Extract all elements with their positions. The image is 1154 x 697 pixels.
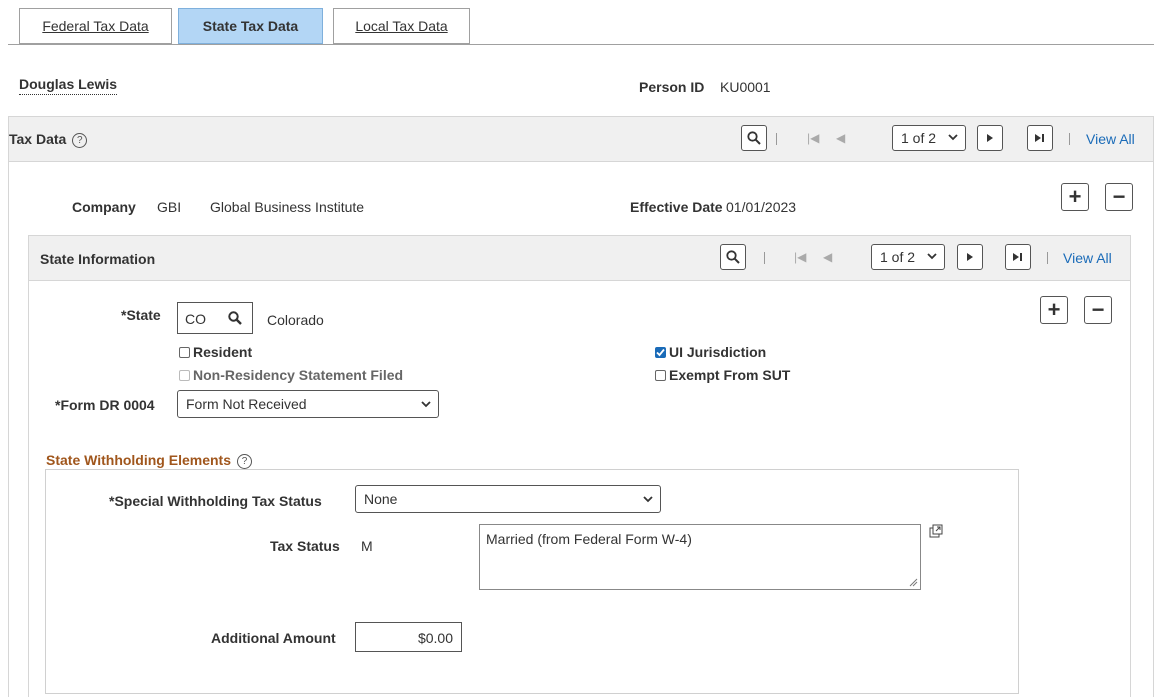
last-page-icon <box>1013 253 1022 261</box>
tax-data-view-all-link[interactable]: View All <box>1086 131 1135 147</box>
plus-icon: + <box>1047 297 1061 322</box>
tax-status-desc-text: Married (from Federal Form W-4) <box>486 531 692 547</box>
ui-jurisdiction-label: UI Jurisdiction <box>669 344 767 360</box>
tax-status-label: Tax Status <box>270 538 340 554</box>
state-info-view-all-link[interactable]: View All <box>1063 250 1112 266</box>
next-icon <box>987 134 993 142</box>
next-icon <box>967 253 973 261</box>
tab-local-tax-data[interactable]: Local Tax Data <box>333 8 470 44</box>
delete-state-button[interactable]: − <box>1084 296 1112 324</box>
exempt-sut-checkbox[interactable] <box>655 370 666 381</box>
state-info-title: State Information <box>40 251 156 267</box>
non-residency-label: Non-Residency Statement Filed <box>193 367 404 383</box>
separator <box>776 133 777 145</box>
tab-divider <box>8 44 1154 45</box>
state-info-pager-select[interactable]: 1 of 2 <box>871 244 945 270</box>
pager-value: 1 of 2 <box>901 130 937 146</box>
form-dr-select[interactable]: Form Not Received <box>177 390 439 418</box>
tab-label: Local Tax Data <box>355 18 448 34</box>
previous-page-icon[interactable]: ◀ <box>836 131 845 145</box>
state-input[interactable]: CO <box>177 302 253 334</box>
search-icon[interactable] <box>720 244 746 270</box>
ui-jurisdiction-checkbox[interactable] <box>655 347 666 358</box>
exempt-sut-label: Exempt From SUT <box>669 367 791 383</box>
separator <box>1047 252 1048 264</box>
form-dr-label: *Form DR 0004 <box>55 397 155 413</box>
company-code: GBI <box>157 199 182 215</box>
effective-date-label: Effective Date <box>630 199 723 215</box>
next-page-button[interactable] <box>977 125 1003 151</box>
minus-icon: − <box>1112 184 1126 209</box>
first-page-icon[interactable]: |◀ <box>794 250 806 264</box>
chevron-down-icon <box>643 496 653 503</box>
checkmark-icon <box>656 348 665 357</box>
non-residency-checkbox[interactable] <box>179 370 190 381</box>
first-page-icon[interactable]: |◀ <box>807 131 819 145</box>
add-state-button[interactable]: + <box>1040 296 1068 324</box>
delete-row-button[interactable]: − <box>1105 183 1133 211</box>
company-label: Company <box>72 199 136 215</box>
search-icon[interactable] <box>228 311 242 325</box>
special-status-value: None <box>364 491 398 507</box>
effective-date-value: 01/01/2023 <box>726 199 797 215</box>
chevron-down-icon <box>421 401 431 408</box>
special-status-select[interactable]: None <box>355 485 661 513</box>
tax-data-title-text: Tax Data <box>9 131 67 147</box>
state-label: *State <box>121 307 161 323</box>
last-page-button[interactable] <box>1005 244 1031 270</box>
chevron-down-icon <box>948 134 958 141</box>
separator <box>1069 133 1070 145</box>
minus-icon: − <box>1091 297 1105 322</box>
help-icon[interactable]: ? <box>72 132 88 148</box>
last-page-button[interactable] <box>1027 125 1053 151</box>
tab-label: Federal Tax Data <box>42 18 149 34</box>
state-code: CO <box>185 311 206 327</box>
tab-state-tax-data[interactable]: State Tax Data <box>178 8 323 44</box>
additional-amount-input[interactable]: $0.00 <box>355 622 462 652</box>
person-id-label: Person ID <box>639 79 705 95</box>
tax-status-description[interactable]: Married (from Federal Form W-4) <box>479 524 921 590</box>
special-status-label: *Special Withholding Tax Status <box>109 493 322 509</box>
tax-status-code: M <box>361 538 373 554</box>
separator <box>764 252 765 264</box>
additional-amount-value: $0.00 <box>417 630 453 646</box>
additional-amount-label: Additional Amount <box>211 630 336 646</box>
search-icon[interactable] <box>741 125 767 151</box>
tab-label: State Tax Data <box>202 18 299 34</box>
state-name: Colorado <box>267 312 324 328</box>
help-icon[interactable]: ? <box>237 453 252 469</box>
pager-value: 1 of 2 <box>880 249 916 265</box>
resident-checkbox[interactable] <box>179 347 190 358</box>
tax-data-pager-select[interactable]: 1 of 2 <box>892 125 966 151</box>
person-id-value: KU0001 <box>720 79 771 95</box>
form-dr-value: Form Not Received <box>186 396 307 412</box>
tab-federal-tax-data[interactable]: Federal Tax Data <box>19 8 172 44</box>
add-row-button[interactable]: + <box>1061 183 1089 211</box>
resident-label: Resident <box>193 344 253 360</box>
chevron-down-icon <box>927 253 937 260</box>
last-page-icon <box>1035 134 1044 142</box>
tax-data-title: Tax Data? <box>9 131 88 148</box>
plus-icon: + <box>1068 184 1082 209</box>
resize-handle-icon[interactable] <box>908 577 918 587</box>
previous-page-icon[interactable]: ◀ <box>823 250 832 264</box>
withholding-title: State Withholding Elements? <box>46 452 252 469</box>
withholding-title-text: State Withholding Elements <box>46 452 231 468</box>
company-name: Global Business Institute <box>210 199 365 215</box>
next-page-button[interactable] <box>957 244 983 270</box>
expand-icon[interactable] <box>929 524 943 538</box>
person-name[interactable]: Douglas Lewis <box>19 76 118 95</box>
